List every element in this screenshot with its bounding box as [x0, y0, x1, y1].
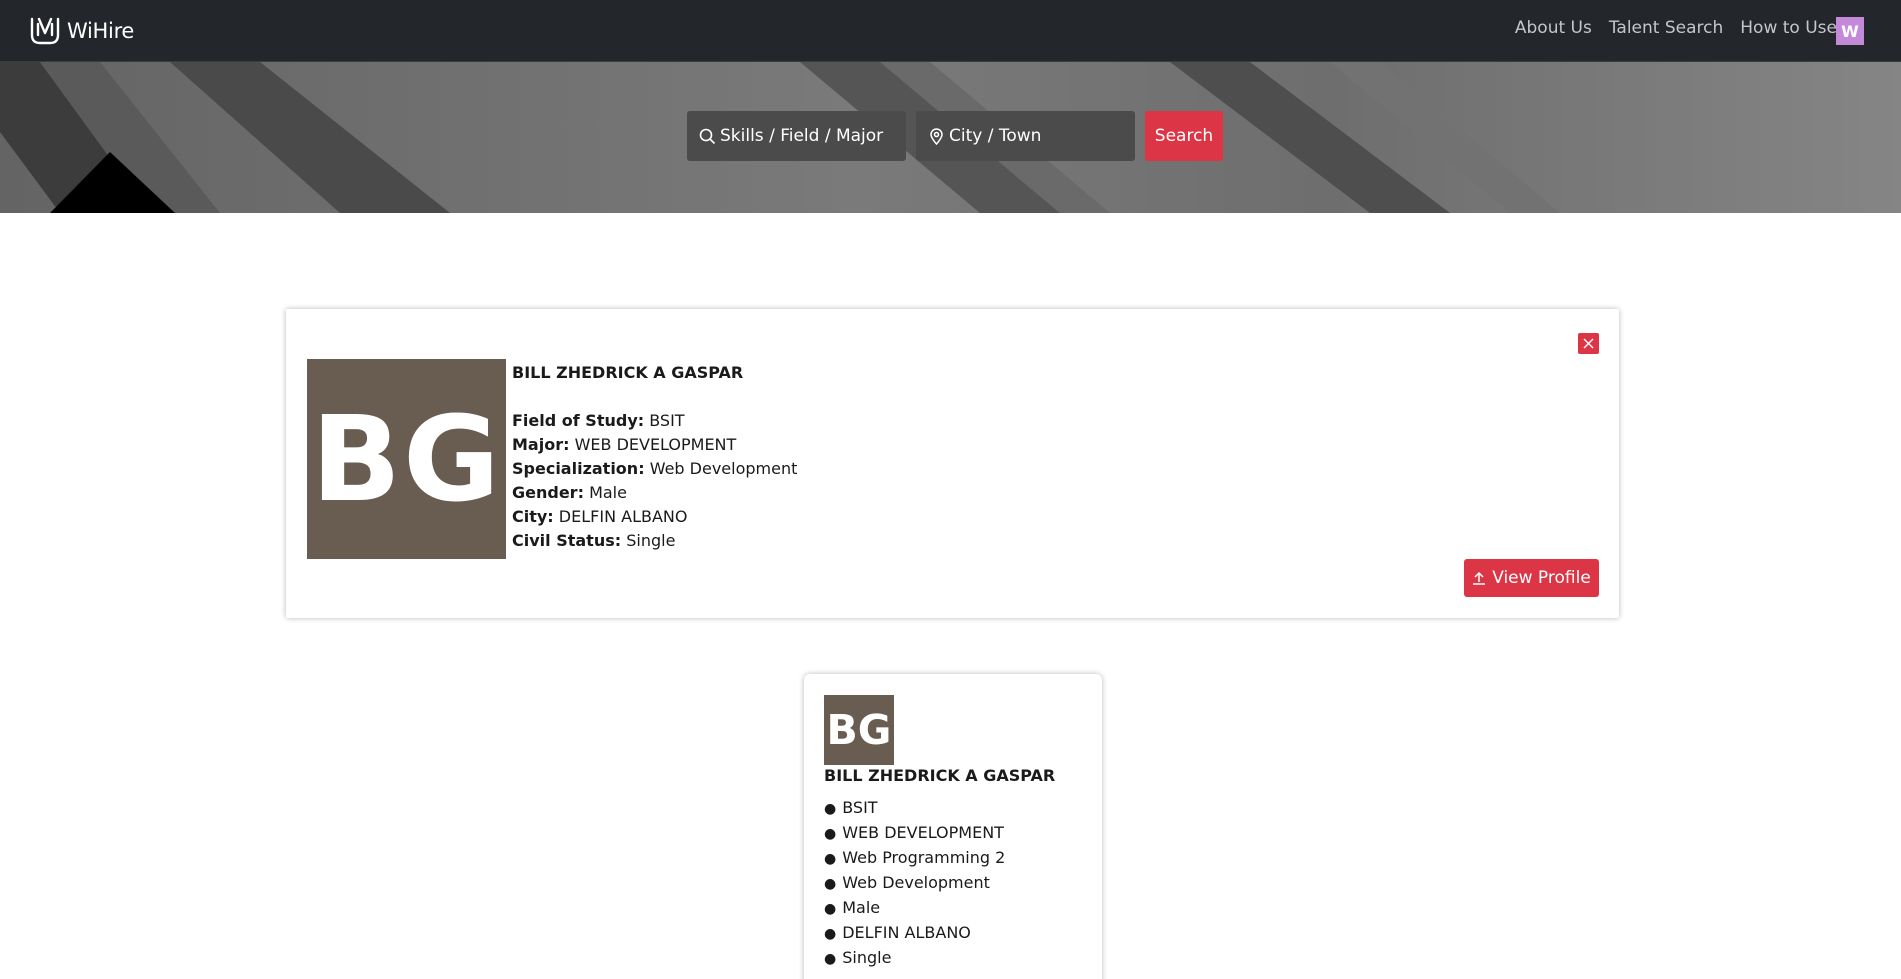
detail-value: BSIT	[649, 411, 685, 430]
candidate-card-attributes: BSIT WEB DEVELOPMENT Web Programming 2 W…	[824, 796, 1005, 971]
top-navbar: WiHire About Us Talent Search How to Use…	[0, 0, 1901, 62]
detail-value: Male	[589, 483, 627, 502]
candidate-card[interactable]: BG BILL ZHEDRICK A GASPAR BSIT WEB DEVEL…	[804, 674, 1102, 979]
detail-civil-status: Civil Status: Single	[512, 529, 797, 553]
candidate-detail-card: BG BILL ZHEDRICK A GASPAR Field of Study…	[286, 309, 1619, 618]
list-item: Male	[824, 896, 1005, 921]
view-profile-label: View Profile	[1492, 568, 1591, 588]
list-item: BSIT	[824, 796, 1005, 821]
candidate-card-name: BILL ZHEDRICK A GASPAR	[824, 766, 1056, 785]
nav-link-talent-search[interactable]: Talent Search	[1609, 18, 1723, 38]
close-detail-button[interactable]	[1578, 333, 1599, 354]
candidate-name: BILL ZHEDRICK A GASPAR	[512, 363, 744, 382]
search-icon	[699, 128, 716, 144]
detail-label: Field of Study:	[512, 411, 645, 430]
nav-link-about-us[interactable]: About Us	[1515, 18, 1592, 38]
detail-label: City:	[512, 507, 554, 526]
list-item: DELFIN ALBANO	[824, 921, 1005, 946]
detail-label: Specialization:	[512, 459, 645, 478]
candidate-card-avatar: BG	[824, 695, 894, 765]
detail-city: City: DELFIN ALBANO	[512, 505, 797, 529]
close-icon	[1583, 338, 1594, 349]
nav-link-how-to-use[interactable]: How to Use	[1740, 18, 1837, 38]
view-profile-button[interactable]: View Profile	[1464, 559, 1599, 597]
detail-label: Civil Status:	[512, 531, 622, 550]
upload-icon	[1473, 571, 1486, 585]
hero-banner: Search	[0, 62, 1901, 213]
location-pin-icon	[930, 127, 943, 145]
detail-label: Major:	[512, 435, 570, 454]
nav-links: About Us Talent Search How to Use	[1515, 18, 1837, 38]
skills-search-input[interactable]	[720, 126, 900, 146]
detail-major: Major: WEB DEVELOPMENT	[512, 433, 797, 457]
wihire-logo-icon	[30, 17, 60, 45]
detail-value: Single	[626, 531, 676, 550]
city-search-field[interactable]	[916, 111, 1135, 161]
detail-value: DELFIN ALBANO	[558, 507, 688, 526]
skills-search-field[interactable]	[687, 111, 906, 161]
list-item: WEB DEVELOPMENT	[824, 821, 1005, 846]
detail-specialization: Specialization: Web Development	[512, 457, 797, 481]
user-avatar[interactable]: W	[1836, 17, 1864, 45]
city-search-input[interactable]	[949, 126, 1129, 146]
list-item: Web Development	[824, 871, 1005, 896]
detail-value: Web Development	[649, 459, 798, 478]
detail-label: Gender:	[512, 483, 584, 502]
detail-gender: Gender: Male	[512, 481, 797, 505]
detail-field-of-study: Field of Study: BSIT	[512, 409, 797, 433]
candidate-details: BILL ZHEDRICK A GASPAR Field of Study: B…	[512, 361, 797, 553]
detail-value: WEB DEVELOPMENT	[574, 435, 737, 454]
search-button[interactable]: Search	[1145, 111, 1223, 161]
brand-name: WiHire	[67, 19, 135, 43]
candidate-avatar: BG	[307, 359, 506, 559]
list-item: Single	[824, 946, 1005, 971]
list-item: Web Programming 2	[824, 846, 1005, 871]
brand[interactable]: WiHire	[28, 15, 134, 47]
